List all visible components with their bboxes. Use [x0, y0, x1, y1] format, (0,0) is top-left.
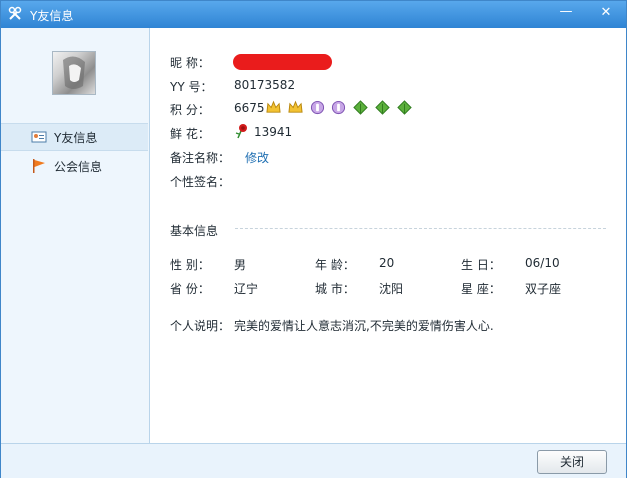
province-label: 省 份：	[170, 282, 210, 296]
nickname-label: 昵 称：	[170, 56, 210, 70]
section-divider	[235, 228, 606, 229]
yy-label: YY 号：	[170, 80, 213, 94]
sidebar-item-guild[interactable]: 公会信息	[1, 153, 148, 179]
points-value: 6675	[234, 101, 265, 115]
crown-icon	[288, 100, 303, 113]
profile-card-icon	[31, 131, 47, 143]
signature-label: 个性签名：	[170, 175, 231, 189]
city-label: 城 市：	[315, 282, 355, 296]
green-leaf-icon	[353, 100, 369, 115]
remark-label: 备注名称：	[170, 151, 231, 165]
profile-window: Y友信息 — ✕ Y友信息 公会信息 昵 称： YY 号： 80173582 积…	[0, 0, 627, 478]
age-label: 年 龄：	[315, 258, 355, 272]
rose-icon	[235, 124, 247, 139]
province-value: 辽宁	[234, 282, 259, 296]
age-value: 20	[379, 256, 395, 270]
flowers-value: 13941	[254, 125, 293, 139]
intro-value: 完美的爱情让人意志消沉,不完美的爱情伤害人心.	[234, 319, 494, 333]
yy-value: 80173582	[234, 78, 296, 92]
flowers-label: 鲜 花：	[170, 127, 210, 141]
sidebar-item-label: 公会信息	[54, 160, 103, 174]
sidebar-item-label: Y友信息	[54, 131, 98, 145]
zodiac-label: 星 座：	[461, 282, 501, 296]
sidebar-item-profile[interactable]: Y友信息	[1, 123, 148, 151]
minimize-button[interactable]: —	[553, 3, 579, 23]
sidebar: Y友信息 公会信息	[1, 28, 150, 443]
gender-value: 男	[234, 258, 247, 272]
crown-icon	[266, 100, 281, 113]
window-title: Y友信息	[30, 9, 74, 23]
close-button[interactable]: 关闭	[537, 450, 607, 474]
level-badges	[266, 100, 415, 115]
footer-bar: 关闭	[1, 443, 626, 478]
flag-icon	[33, 159, 45, 173]
purple-gem-icon	[332, 100, 346, 115]
green-leaf-icon	[397, 100, 412, 115]
birthday-label: 生 日：	[461, 258, 501, 272]
close-window-button[interactable]: ✕	[589, 3, 623, 23]
points-label: 积 分：	[170, 103, 210, 117]
birthday-value: 06/10	[525, 256, 560, 270]
avatar[interactable]	[52, 51, 96, 95]
section-title-basic-info: 基本信息	[170, 224, 219, 238]
gender-label: 性 别：	[170, 258, 210, 272]
green-leaf-icon	[375, 100, 390, 115]
profile-content: 昵 称： YY 号： 80173582 积 分： 6675 鲜 花： 13941…	[150, 28, 626, 443]
edit-remark-link[interactable]: 修改	[245, 149, 269, 166]
zodiac-value: 双子座	[525, 282, 562, 296]
tools-icon	[8, 6, 22, 20]
title-bar: Y友信息 — ✕	[1, 1, 626, 28]
purple-gem-icon	[310, 100, 324, 115]
intro-label: 个人说明：	[170, 319, 231, 333]
redacted-nickname	[233, 54, 332, 70]
city-value: 沈阳	[379, 282, 404, 296]
